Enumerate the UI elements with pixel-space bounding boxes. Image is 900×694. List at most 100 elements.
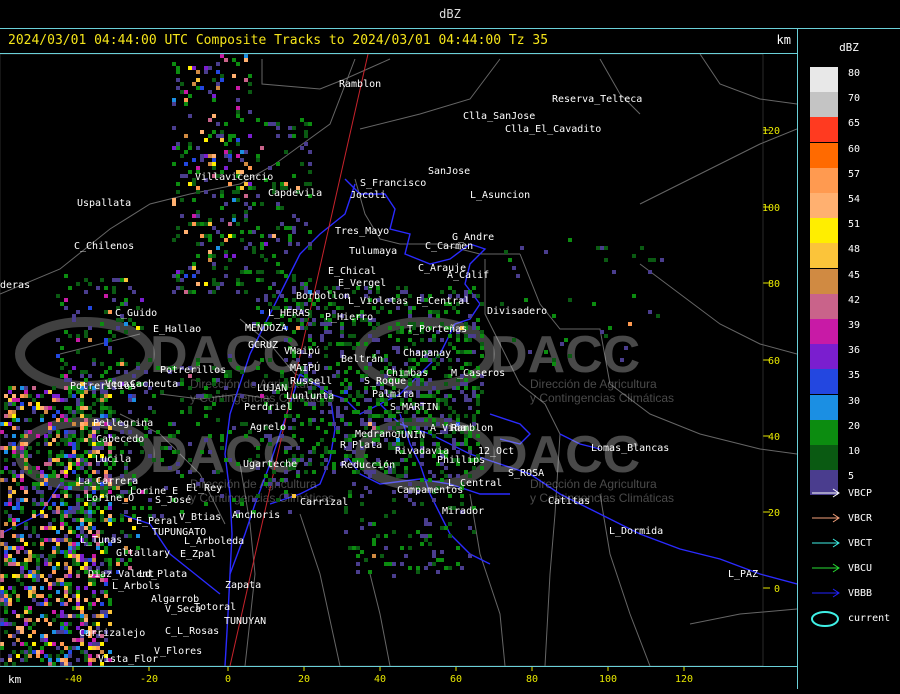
- echo-pixel: [76, 438, 80, 442]
- echo-pixel: [20, 498, 24, 502]
- echo-pixel: [64, 378, 68, 382]
- echo-pixel: [208, 450, 212, 454]
- echo-pixel: [308, 150, 312, 154]
- echo-pixel: [4, 446, 8, 450]
- echo-pixel: [36, 442, 40, 446]
- echo-pixel: [12, 394, 16, 398]
- echo-pixel: [88, 514, 92, 518]
- place-label: Clla_El_Cavadito: [505, 124, 601, 135]
- echo-pixel: [84, 614, 88, 618]
- echo-pixel: [368, 290, 372, 294]
- echo-pixel: [88, 450, 92, 454]
- echo-pixel: [36, 602, 40, 606]
- echo-pixel: [72, 594, 76, 598]
- echo-pixel: [432, 418, 436, 422]
- echo-pixel: [244, 434, 248, 438]
- echo-pixel: [196, 358, 200, 362]
- echo-pixel: [360, 518, 364, 522]
- echo-pixel: [44, 474, 48, 478]
- echo-pixel: [304, 122, 308, 126]
- echo-pixel: [344, 406, 348, 410]
- track-label: VBCP: [848, 488, 873, 499]
- echo-pixel: [60, 358, 64, 362]
- echo-pixel: [260, 242, 264, 246]
- echo-pixel: [120, 530, 124, 534]
- echo-pixel: [460, 350, 464, 354]
- echo-pixel: [216, 230, 220, 234]
- echo-pixel: [480, 330, 484, 334]
- echo-pixel: [32, 554, 36, 558]
- echo-pixel: [32, 594, 36, 598]
- echo-pixel: [44, 462, 48, 466]
- echo-pixel: [12, 590, 16, 594]
- echo-pixel: [88, 510, 92, 514]
- echo-pixel: [384, 418, 388, 422]
- echo-pixel: [544, 350, 548, 354]
- echo-pixel: [8, 634, 12, 638]
- echo-pixel: [76, 590, 80, 594]
- echo-pixel: [600, 330, 604, 334]
- echo-pixel: [376, 290, 380, 294]
- echo-pixel: [24, 622, 28, 626]
- echo-pixel: [64, 398, 68, 402]
- echo-pixel: [16, 638, 20, 642]
- echo-pixel: [68, 574, 72, 578]
- echo-pixel: [288, 426, 292, 430]
- x-tick-label: 120: [675, 674, 693, 685]
- echo-pixel: [68, 630, 72, 634]
- echo-pixel: [12, 634, 16, 638]
- echo-pixel: [52, 566, 56, 570]
- echo-pixel: [152, 410, 156, 414]
- echo-pixel: [176, 182, 180, 186]
- echo-pixel: [40, 554, 44, 558]
- echo-pixel: [60, 642, 64, 646]
- echo-pixel: [48, 522, 52, 526]
- echo-pixel: [204, 414, 208, 418]
- echo-pixel: [264, 374, 268, 378]
- echo-pixel: [40, 414, 44, 418]
- echo-pixel: [292, 174, 296, 178]
- echo-pixel: [40, 658, 44, 662]
- echo-pixel: [112, 290, 116, 294]
- echo-pixel: [64, 374, 68, 378]
- echo-pixel: [208, 90, 212, 94]
- echo-pixel: [248, 90, 252, 94]
- echo-pixel: [40, 602, 44, 606]
- echo-pixel: [64, 594, 68, 598]
- echo-pixel: [264, 122, 268, 126]
- echo-pixel: [460, 382, 464, 386]
- echo-pixel: [164, 446, 168, 450]
- legend-value: 65: [848, 118, 861, 130]
- echo-pixel: [84, 406, 88, 410]
- echo-pixel: [160, 446, 164, 450]
- echo-pixel: [336, 374, 340, 378]
- echo-pixel: [392, 490, 396, 494]
- echo-pixel: [16, 626, 20, 630]
- echo-pixel: [44, 538, 48, 542]
- echo-pixel: [60, 302, 64, 306]
- echo-pixel: [0, 590, 4, 594]
- echo-pixel: [88, 374, 92, 378]
- echo-pixel: [336, 410, 340, 414]
- echo-pixel: [416, 418, 420, 422]
- legend-swatch-39: [810, 319, 838, 344]
- echo-pixel: [108, 394, 112, 398]
- echo-pixel: [200, 158, 204, 162]
- echo-pixel: [12, 522, 16, 526]
- radar-map-canvas[interactable]: DACCDirección de Agriculturay Contingenc…: [0, 54, 797, 666]
- echo-pixel: [268, 234, 272, 238]
- echo-pixel: [4, 562, 8, 566]
- radar-map[interactable]: DACCDirección de Agriculturay Contingenc…: [0, 54, 797, 666]
- echo-pixel: [248, 74, 252, 78]
- echo-pixel: [256, 158, 260, 162]
- echo-pixel: [108, 598, 112, 602]
- echo-pixel: [68, 614, 72, 618]
- echo-pixel: [64, 454, 68, 458]
- echo-pixel: [60, 582, 64, 586]
- echo-pixel: [444, 394, 448, 398]
- echo-pixel: [64, 510, 68, 514]
- echo-pixel: [48, 442, 52, 446]
- echo-pixel: [44, 502, 48, 506]
- legend-swatch-20: [810, 419, 838, 445]
- echo-pixel: [112, 278, 116, 282]
